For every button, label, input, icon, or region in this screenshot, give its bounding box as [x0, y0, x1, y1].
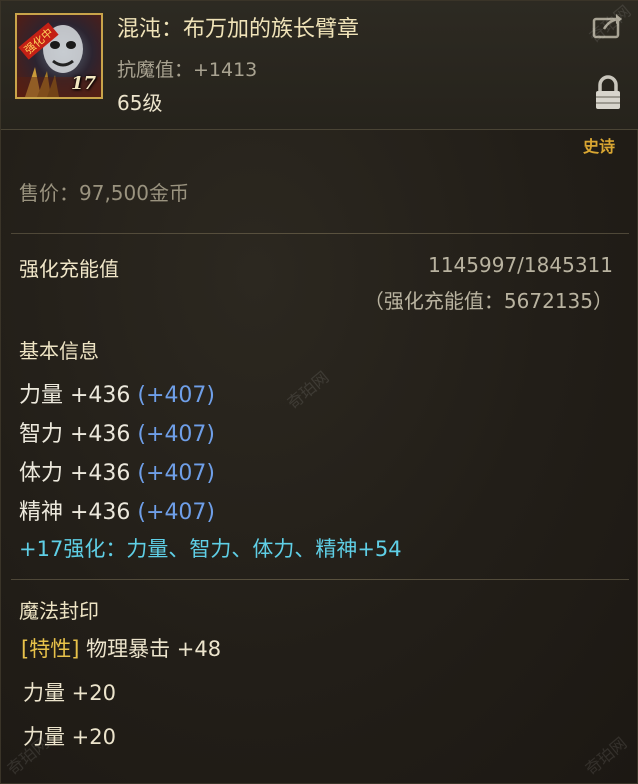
item-tooltip: 强化中 17 混沌：布万加的族长臂章 抗魔值：+1413 65级 史诗 售价：9… — [0, 0, 638, 784]
rarity-label: 史诗 — [582, 137, 615, 156]
watermark: 奇珀网 — [581, 733, 631, 779]
stat-name: 力量 +436 — [19, 383, 131, 408]
stat-row: 精神 +436 (+407) — [19, 494, 215, 526]
stat-bonus: (+407) — [137, 500, 216, 525]
stat-bonus: (+407) — [137, 422, 216, 447]
item-level: 65级 — [117, 91, 163, 115]
enhancement-progress: 1145997/1845311 — [428, 253, 613, 277]
item-name: 混沌：布万加的族长臂章 — [117, 17, 360, 42]
divider — [11, 233, 629, 234]
watermark: 奇珀网 — [283, 367, 333, 413]
magic-seal-title: 魔法封印 — [19, 599, 99, 623]
stat-bonus: (+407) — [137, 383, 216, 408]
stat-name: 精神 +436 — [19, 500, 131, 525]
item-header: 强化中 17 混沌：布万加的族长臂章 抗魔值：+1413 65级 — [1, 1, 638, 130]
enhancement-label: 强化充能值 — [19, 257, 119, 281]
seal-line: 力量 +20 — [23, 681, 116, 705]
magic-resist: 抗魔值：+1413 — [117, 59, 258, 81]
basic-info-title: 基本信息 — [19, 339, 99, 363]
seal-trait-row: [特性] 物理暴击 +48 — [21, 633, 221, 663]
enhance-bonus-line: +17强化：力量、智力、体力、精神+54 — [19, 537, 402, 561]
trait-desc: 物理暴击 +48 — [86, 637, 222, 661]
stat-name: 智力 +436 — [19, 422, 131, 447]
icon-enhance-level: 17 — [70, 73, 96, 94]
stat-name: 体力 +436 — [19, 461, 131, 486]
stat-row: 体力 +436 (+407) — [19, 455, 215, 487]
stat-row: 智力 +436 (+407) — [19, 416, 215, 448]
lock-icon[interactable] — [593, 75, 623, 111]
divider — [11, 579, 629, 580]
trait-tag: [特性] — [21, 637, 80, 661]
item-icon: 强化中 17 — [15, 13, 103, 99]
stat-row: 力量 +436 (+407) — [19, 377, 215, 409]
sell-price: 售价：97,500金币 — [19, 181, 189, 205]
stat-bonus: (+407) — [137, 461, 216, 486]
enhancement-total: （强化充能值：5672135） — [363, 289, 613, 313]
